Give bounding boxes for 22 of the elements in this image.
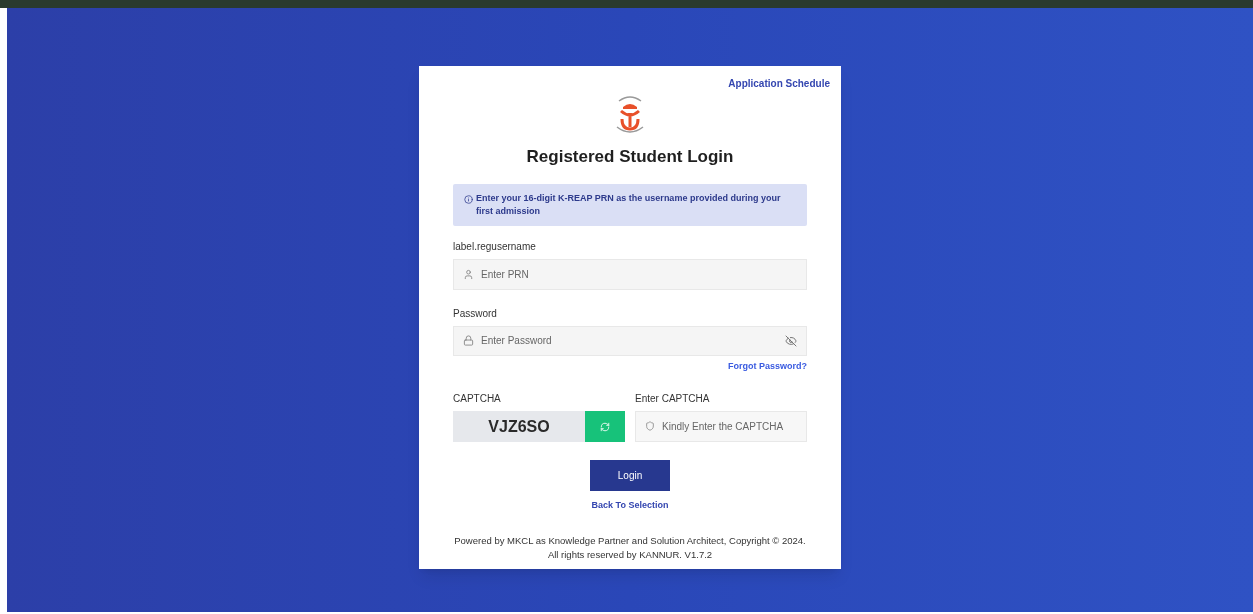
prn-field[interactable]: Enter PRN [453, 258, 807, 290]
login-button[interactable]: Login [590, 460, 670, 491]
footer-text: Powered by MKCL as Knowledge Partner and Solution Architect, Copyright © 2024. [454, 533, 806, 548]
forgot-password-link[interactable]: Forgot Password? [728, 359, 807, 373]
enter-captcha-label: Enter CAPTCHA [635, 392, 711, 406]
footer-text: All rights reserved by KANNUR. V1.7.2 [547, 547, 713, 562]
user-icon [463, 268, 474, 280]
captcha-label: CAPTCHA [453, 392, 502, 406]
username-label: label.regusername [453, 239, 537, 254]
lock-icon [463, 334, 474, 346]
application-schedule-link[interactable]: Application Schedule [728, 76, 830, 91]
captcha-code: VJZ6SO [453, 411, 585, 442]
password-label: Password [453, 306, 498, 321]
hide-password-icon[interactable] [785, 334, 797, 347]
refresh-icon [600, 421, 610, 432]
notice-text: Enter your 16-digit K-REAP PRN as the username provided during your first admission [476, 191, 782, 218]
captcha-field[interactable]: Kindly Enter the CAPTCHA [635, 411, 807, 442]
back-to-selection-link[interactable]: Back To Selection [591, 499, 669, 513]
info-icon [464, 194, 473, 204]
shield-icon [645, 421, 655, 431]
login-title: Registered Student Login [525, 146, 735, 168]
password-field[interactable]: Enter Password [453, 325, 807, 356]
